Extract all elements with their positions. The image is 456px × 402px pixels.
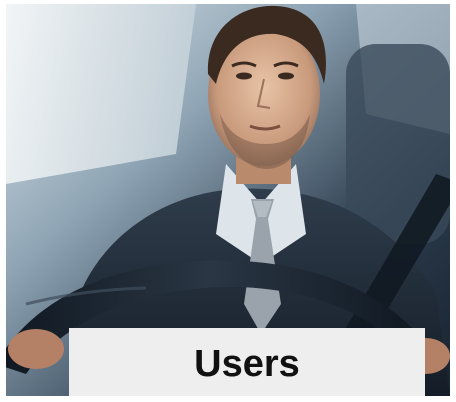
users-card[interactable]: Users: [6, 4, 450, 396]
users-label-box[interactable]: Users: [69, 328, 425, 396]
users-label: Users: [194, 342, 300, 385]
